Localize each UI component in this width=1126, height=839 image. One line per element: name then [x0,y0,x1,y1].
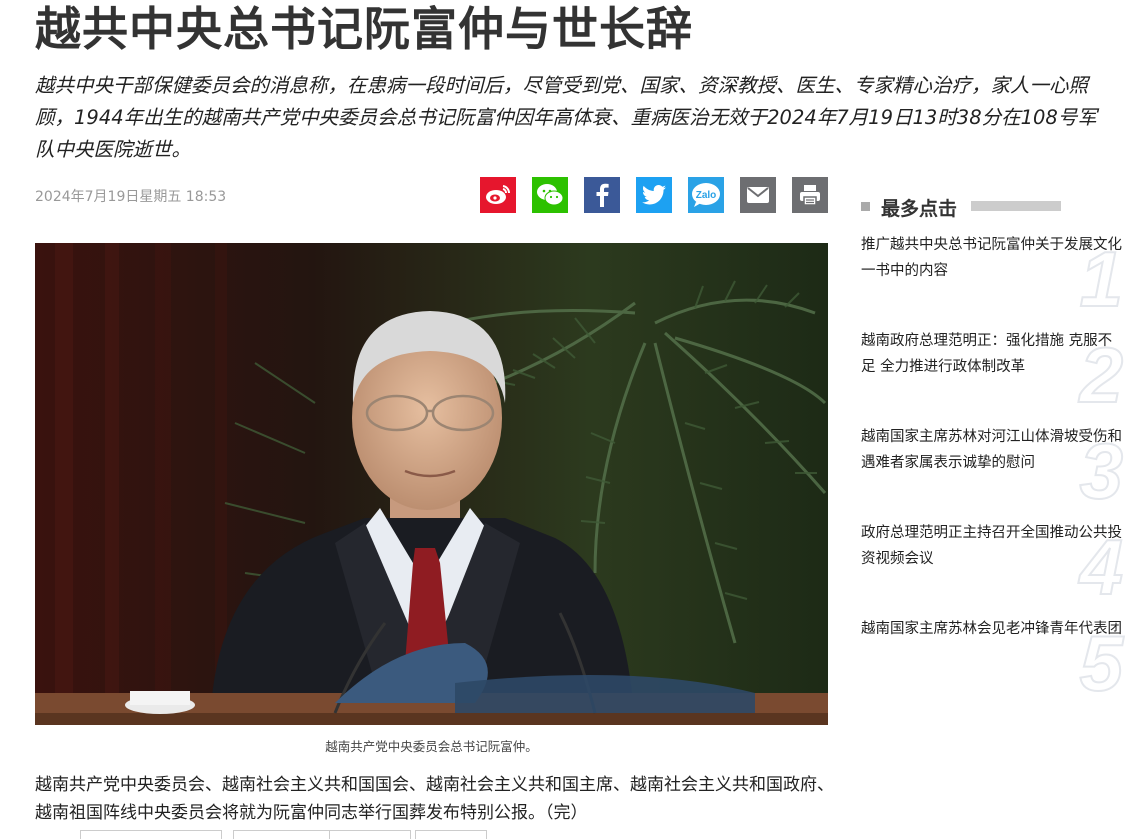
article-date: 2024年7月19日星期五 18:53 [35,189,227,205]
most-clicked-item: 5 越南国家主席苏林会见老冲锋青年代表团 [861,616,1124,703]
article-photo [35,243,828,725]
most-clicked-link[interactable]: 政府总理范明正主持召开全国推动公共投资视频会议 [861,520,1123,572]
photo-caption: 越南共产党中央委员会总书记阮富仲。 [325,739,538,754]
most-clicked-item: 3 越南国家主席苏林对河江山体滑坡受伤和遇难者家属表示诚挚的慰问 [861,424,1124,511]
tag-box [80,830,222,839]
weibo-icon [486,185,511,204]
most-clicked-title: 最多点击 [881,198,958,220]
facebook-icon [596,183,609,207]
square-bullet-icon [861,202,870,211]
email-icon [747,187,769,203]
most-clicked-item: 4 政府总理范明正主持召开全国推动公共投资视频会议 [861,520,1124,607]
zalo-share-button[interactable]: Zalo [688,177,724,213]
tag-box [415,830,487,839]
wechat-icon [537,184,564,206]
most-clicked-link[interactable]: 越南国家主席苏林会见老冲锋青年代表团 [861,616,1123,642]
wechat-share-button[interactable] [532,177,568,213]
most-clicked-item: 1 推广越共中央总书记阮富仲关于发展文化一书中的内容 [861,232,1124,319]
weibo-share-button[interactable] [480,177,516,213]
facebook-share-button[interactable] [584,177,620,213]
article-lede: 越共中央干部保健委员会的消息称，在患病一段时间后，尽管受到党、国家、资深教授、医… [35,74,1097,161]
header-rule [971,201,1061,211]
zalo-label: Zalo [696,190,717,201]
print-icon [800,185,820,206]
most-clicked-link[interactable]: 推广越共中央总书记阮富仲关于发展文化一书中的内容 [861,232,1123,284]
article-title: 越共中央总书记阮富仲与世长辞 [35,2,693,56]
twitter-share-button[interactable] [636,177,672,213]
tag-box [329,830,411,839]
article-body: 越南共产党中央委员会、越南社会主义共和国国会、越南社会主义共和国主席、越南社会主… [35,775,834,823]
email-share-button[interactable] [740,177,776,213]
print-button[interactable] [792,177,828,213]
twitter-icon [642,185,666,205]
zalo-icon: Zalo [692,183,720,207]
tag-box [233,830,330,839]
most-clicked-link[interactable]: 越南国家主席苏林对河江山体滑坡受伤和遇难者家属表示诚挚的慰问 [861,424,1123,476]
most-clicked-link[interactable]: 越南政府总理范明正：强化措施 克服不足 全力推进行政体制改革 [861,328,1123,380]
most-clicked-item: 2 越南政府总理范明正：强化措施 克服不足 全力推进行政体制改革 [861,328,1124,415]
